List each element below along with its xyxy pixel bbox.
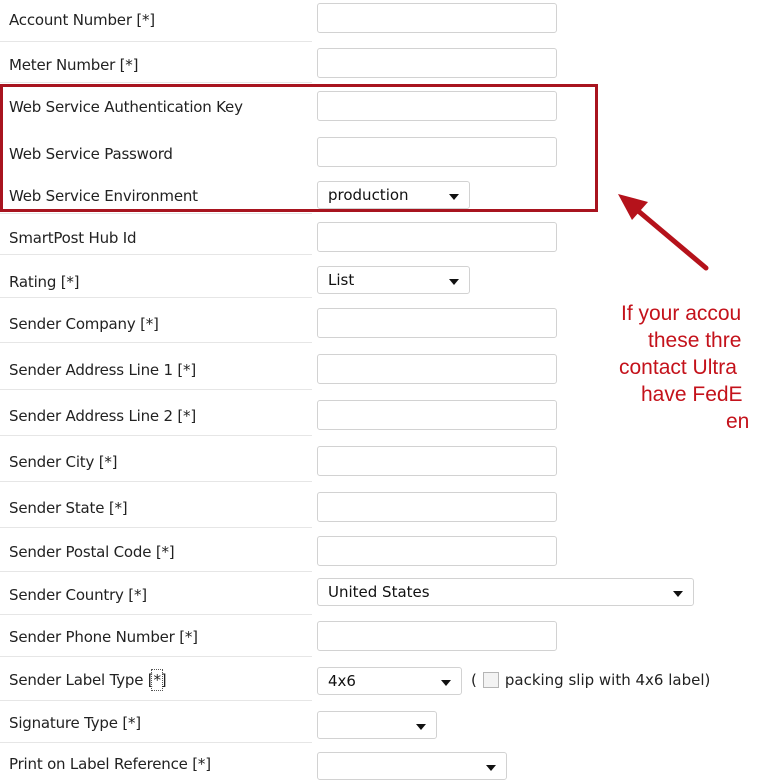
- sender-address2-label: Sender Address Line 2 [*]: [9, 407, 196, 425]
- sender-country-value: United States: [328, 583, 430, 601]
- account-number-input[interactable]: [317, 3, 557, 33]
- account-number-label: Account Number [*]: [9, 11, 155, 29]
- sender-company-input[interactable]: [317, 308, 557, 338]
- sender-phone-row: Sender Phone Number [*]: [0, 617, 772, 657]
- row-divider: [0, 700, 312, 701]
- sender-label-type-label: Sender Label Type [*]: [9, 660, 167, 700]
- signature-type-row: Signature Type [*]: [0, 703, 772, 743]
- sender-state-label: Sender State [*]: [9, 499, 128, 517]
- meter-number-label: Meter Number [*]: [9, 56, 139, 74]
- chevron-down-icon: [486, 764, 496, 771]
- annotation-line: en: [726, 410, 750, 433]
- sender-address1-input[interactable]: [317, 354, 557, 384]
- sender-city-input[interactable]: [317, 446, 557, 476]
- arrow-icon: [618, 194, 709, 271]
- sender-label-type-text: Sender Label Type [: [9, 671, 154, 689]
- required-mark: *: [151, 669, 163, 691]
- annotation-line: have FedE: [641, 383, 743, 406]
- sender-postal-input[interactable]: [317, 536, 557, 566]
- sender-state-input[interactable]: [317, 492, 557, 522]
- sender-label-type-value: 4x6: [328, 672, 356, 690]
- sender-label-type-row: Sender Label Type [*] 4x6 ( packing slip…: [0, 660, 772, 700]
- annotation-line: these thre: [648, 329, 742, 352]
- sender-country-row: Sender Country [*] United States: [0, 575, 772, 615]
- label-bracket: ]: [160, 671, 167, 689]
- highlight-box: [0, 84, 598, 212]
- row-divider: [0, 41, 312, 42]
- open-paren: (: [471, 671, 477, 689]
- packing-slip-checkbox[interactable]: [482, 672, 499, 688]
- sender-label-type-select[interactable]: 4x6: [317, 667, 462, 695]
- sender-city-label: Sender City [*]: [9, 453, 118, 471]
- sender-country-select[interactable]: United States: [317, 578, 694, 606]
- rating-value: List: [328, 271, 355, 289]
- meter-number-input[interactable]: [317, 48, 557, 78]
- sender-country-label: Sender Country [*]: [9, 586, 147, 604]
- chevron-down-icon: [416, 723, 426, 730]
- smartpost-hub-input[interactable]: [317, 222, 557, 252]
- rating-select[interactable]: List: [317, 266, 470, 294]
- print-label-ref-label: Print on Label Reference [*]: [9, 755, 211, 773]
- sender-address1-label: Sender Address Line 1 [*]: [9, 361, 196, 379]
- packing-slip-label: packing slip with 4x6 label): [504, 671, 711, 689]
- annotation-line: If your accou: [621, 302, 742, 325]
- account-number-row: Account Number [*]: [0, 0, 772, 40]
- sender-postal-row: Sender Postal Code [*]: [0, 532, 772, 572]
- signature-type-select[interactable]: [317, 711, 437, 739]
- sender-address2-input[interactable]: [317, 400, 557, 430]
- print-label-ref-select[interactable]: [317, 752, 507, 780]
- signature-type-label: Signature Type [*]: [9, 714, 141, 732]
- rating-label: Rating [*]: [9, 273, 80, 291]
- sender-phone-input[interactable]: [317, 621, 557, 651]
- sender-postal-label: Sender Postal Code [*]: [9, 543, 175, 561]
- sender-company-label: Sender Company [*]: [9, 315, 159, 333]
- sender-phone-label: Sender Phone Number [*]: [9, 628, 198, 646]
- annotation-line: contact Ultra: [619, 356, 737, 379]
- packing-slip-option: ( packing slip with 4x6 label): [471, 660, 710, 700]
- smartpost-hub-label: SmartPost Hub Id: [9, 229, 137, 247]
- annotation-text: If your accou these thre contact Ultra h…: [590, 300, 772, 500]
- print-label-ref-row: Print on Label Reference [*]: [0, 744, 772, 784]
- chevron-down-icon: [449, 278, 459, 285]
- chevron-down-icon: [673, 590, 683, 597]
- chevron-down-icon: [441, 679, 451, 686]
- meter-number-row: Meter Number [*]: [0, 45, 772, 85]
